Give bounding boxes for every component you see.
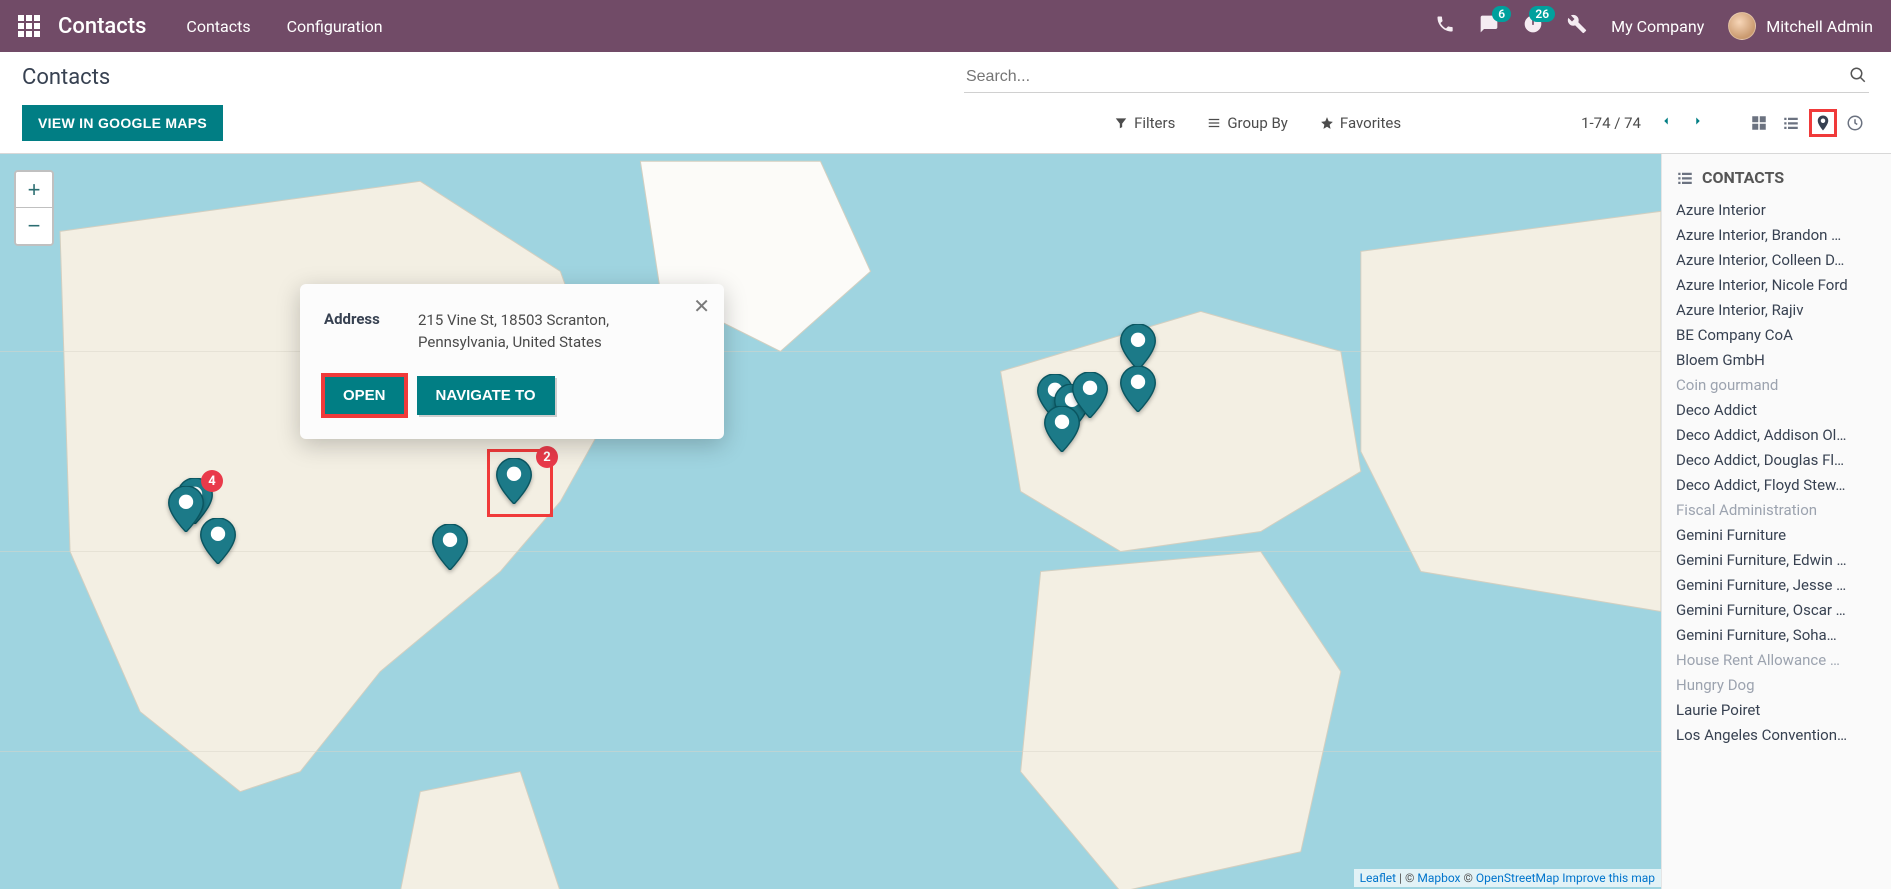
view-activity[interactable] — [1841, 109, 1869, 137]
leaflet-link[interactable]: Leaflet — [1360, 871, 1396, 885]
view-google-maps-button[interactable]: VIEW IN GOOGLE MAPS — [22, 105, 223, 141]
control-row-actions: VIEW IN GOOGLE MAPS Filters Group By Fav… — [0, 97, 1891, 154]
favorites-button[interactable]: Favorites — [1320, 114, 1401, 132]
funnel-icon — [1114, 116, 1128, 130]
sidebar-item[interactable]: Azure Interior, Nicole Ford — [1676, 272, 1877, 297]
sidebar-item[interactable]: Deco Addict, Addison Ol… — [1676, 422, 1877, 447]
sidebar-item[interactable]: Azure Interior, Colleen D… — [1676, 247, 1877, 272]
view-kanban[interactable] — [1745, 109, 1773, 137]
messages-badge: 6 — [1492, 6, 1511, 22]
pager-prev[interactable] — [1659, 114, 1673, 132]
avatar — [1728, 12, 1756, 40]
contacts-sidebar: CONTACTS Azure InteriorAzure Interior, B… — [1661, 154, 1891, 889]
sidebar-item[interactable]: Gemini Furniture, Edwin … — [1676, 547, 1877, 572]
messages-icon[interactable]: 6 — [1479, 14, 1499, 38]
zoom-out-button[interactable]: − — [16, 208, 52, 244]
search-icon[interactable] — [1849, 66, 1867, 88]
open-button[interactable]: OPEN — [324, 376, 405, 415]
map-marker[interactable] — [1120, 366, 1156, 416]
view-map[interactable] — [1809, 109, 1837, 137]
phone-icon[interactable] — [1435, 14, 1455, 38]
sidebar-item[interactable]: Gemini Furniture, Soha… — [1676, 622, 1877, 647]
sidebar-item[interactable]: Los Angeles Convention… — [1676, 722, 1877, 747]
control-row-title: Contacts — [0, 52, 1891, 97]
star-icon — [1320, 116, 1334, 130]
popup-address-label: Address — [324, 310, 394, 354]
sidebar-item[interactable]: Gemini Furniture, Oscar … — [1676, 597, 1877, 622]
debug-icon[interactable] — [1567, 14, 1587, 38]
sidebar-item[interactable]: Laurie Poiret — [1676, 697, 1877, 722]
activities-icon[interactable]: 26 — [1523, 14, 1543, 38]
improve-map-link[interactable]: Improve this map — [1559, 871, 1655, 885]
page-title: Contacts — [22, 65, 110, 90]
apps-icon[interactable] — [18, 15, 40, 37]
sidebar-item[interactable]: Deco Addict, Floyd Stew… — [1676, 472, 1877, 497]
map-marker[interactable] — [432, 524, 468, 574]
navigate-to-button[interactable]: NAVIGATE TO — [417, 376, 555, 415]
marker-badge: 4 — [201, 470, 223, 492]
sidebar-item[interactable]: Azure Interior — [1676, 197, 1877, 222]
mapbox-link[interactable]: Mapbox — [1417, 871, 1460, 885]
filters-button[interactable]: Filters — [1114, 114, 1175, 132]
popup-address-value: 215 Vine St, 18503 Scranton, Pennsylvani… — [418, 310, 700, 354]
close-icon[interactable]: ✕ — [693, 294, 710, 319]
map-popup: ✕ Address 215 Vine St, 18503 Scranton, P… — [300, 284, 724, 439]
top-navbar: Contacts Contacts Configuration 6 26 My … — [0, 0, 1891, 52]
map-marker[interactable] — [200, 518, 236, 568]
activities-badge: 26 — [1529, 6, 1555, 22]
sidebar-heading: CONTACTS — [1676, 168, 1877, 187]
map-marker[interactable] — [168, 486, 204, 536]
sidebar-item[interactable]: Gemini Furniture — [1676, 522, 1877, 547]
list-icon — [1676, 169, 1694, 187]
sidebar-item[interactable]: Azure Interior, Rajiv — [1676, 297, 1877, 322]
map-canvas[interactable]: + − 4 2 ✕ Address — [0, 154, 1661, 889]
sidebar-item[interactable]: BE Company CoA — [1676, 322, 1877, 347]
nav-link-contacts[interactable]: Contacts — [186, 17, 250, 36]
sidebar-item[interactable]: Gemini Furniture, Jesse … — [1676, 572, 1877, 597]
zoom-in-button[interactable]: + — [16, 172, 52, 208]
sidebar-item[interactable]: House Rent Allowance … — [1676, 647, 1877, 672]
osm-link[interactable]: OpenStreetMap — [1476, 871, 1559, 885]
user-menu[interactable]: Mitchell Admin — [1728, 12, 1873, 40]
brand-title[interactable]: Contacts — [58, 14, 146, 39]
nav-link-configuration[interactable]: Configuration — [287, 17, 383, 36]
sidebar-item[interactable]: Fiscal Administration — [1676, 497, 1877, 522]
sidebar-item[interactable]: Azure Interior, Brandon … — [1676, 222, 1877, 247]
search-input[interactable] — [964, 62, 1869, 93]
sidebar-item[interactable]: Deco Addict, Douglas Fl… — [1676, 447, 1877, 472]
groupby-button[interactable]: Group By — [1207, 114, 1288, 132]
map-marker[interactable] — [1044, 406, 1080, 456]
pager-text[interactable]: 1-74 / 74 — [1581, 114, 1641, 132]
marker-badge: 2 — [536, 446, 558, 468]
user-name: Mitchell Admin — [1766, 17, 1873, 36]
company-name[interactable]: My Company — [1611, 17, 1704, 36]
sidebar-item[interactable]: Bloem GmbH — [1676, 347, 1877, 372]
zoom-control: + − — [14, 170, 54, 246]
sidebar-item[interactable]: Hungry Dog — [1676, 672, 1877, 697]
view-list[interactable] — [1777, 109, 1805, 137]
map-attribution: Leaflet | © Mapbox © OpenStreetMap Impro… — [1354, 869, 1661, 887]
sidebar-item[interactable]: Deco Addict — [1676, 397, 1877, 422]
map-marker-selected[interactable]: 2 — [492, 454, 548, 512]
pager-next[interactable] — [1691, 114, 1705, 132]
groupby-icon — [1207, 116, 1221, 130]
map-background — [0, 154, 1661, 889]
sidebar-item[interactable]: Coin gourmand — [1676, 372, 1877, 397]
